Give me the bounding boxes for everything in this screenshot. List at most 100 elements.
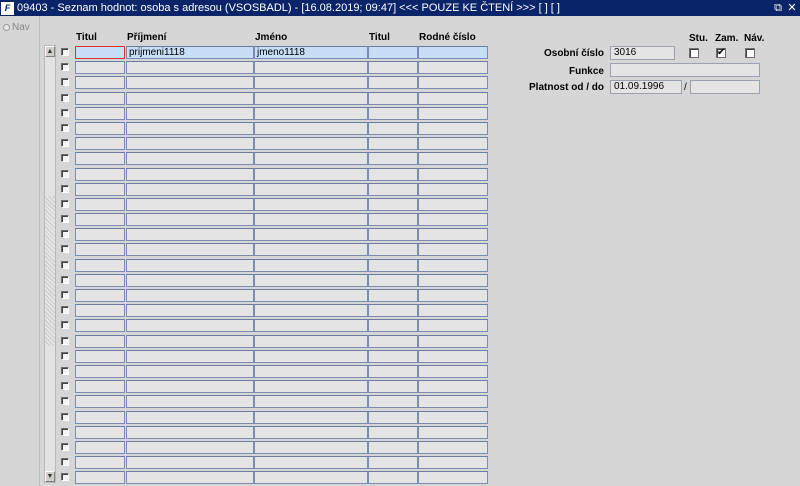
row-select-checkbox[interactable] [61, 199, 69, 208]
platnost-od-field[interactable]: 01.09.1996 [610, 80, 682, 94]
cell-titul2[interactable] [368, 273, 418, 287]
cell-prijmeni[interactable] [126, 456, 254, 470]
cell-prijmeni[interactable]: prijmeni1118 [126, 46, 254, 59]
cell-titul2[interactable] [368, 364, 418, 378]
cell-prijmeni[interactable] [126, 319, 254, 333]
cell-jmeno[interactable] [254, 91, 368, 105]
cell-prijmeni[interactable] [126, 213, 254, 227]
cell-titul[interactable] [75, 258, 125, 272]
row-select-checkbox[interactable] [61, 78, 69, 87]
cell-rodne-cislo[interactable] [418, 395, 488, 409]
cell-titul2[interactable] [368, 137, 418, 151]
cell-titul2[interactable] [368, 456, 418, 470]
cell-titul2[interactable] [368, 410, 418, 424]
cell-titul[interactable] [75, 304, 125, 318]
row-select-checkbox[interactable] [61, 154, 69, 163]
stu-checkbox[interactable] [689, 48, 699, 58]
row-select-checkbox[interactable] [61, 382, 69, 391]
restore-icon[interactable]: ⧉ [772, 1, 784, 15]
cell-jmeno[interactable] [254, 182, 368, 196]
cell-rodne-cislo[interactable] [418, 61, 488, 75]
cell-titul[interactable] [75, 152, 125, 166]
cell-prijmeni[interactable] [126, 91, 254, 105]
cell-jmeno[interactable] [254, 471, 368, 485]
cell-titul[interactable] [75, 349, 125, 363]
cell-titul2[interactable] [368, 319, 418, 333]
cell-rodne-cislo[interactable] [418, 121, 488, 135]
cell-prijmeni[interactable] [126, 258, 254, 272]
cell-titul[interactable] [75, 91, 125, 105]
cell-prijmeni[interactable] [126, 440, 254, 454]
row-select-checkbox[interactable] [61, 442, 69, 451]
row-select-checkbox[interactable] [61, 245, 69, 254]
cell-titul[interactable] [75, 197, 125, 211]
row-select-checkbox[interactable] [61, 291, 69, 299]
row-select-checkbox[interactable] [61, 412, 69, 421]
cell-jmeno[interactable] [254, 334, 368, 348]
cell-titul2[interactable] [368, 152, 418, 166]
row-select-checkbox[interactable] [61, 275, 69, 284]
cell-titul2[interactable] [368, 46, 418, 59]
row-select-checkbox[interactable] [61, 123, 69, 132]
cell-titul[interactable] [75, 137, 125, 151]
cell-titul2[interactable] [368, 380, 418, 394]
cell-rodne-cislo[interactable] [418, 349, 488, 363]
cell-rodne-cislo[interactable] [418, 182, 488, 196]
cell-titul[interactable] [75, 319, 125, 333]
vertical-scrollbar[interactable]: ▲ ▼ [44, 45, 56, 483]
cell-rodne-cislo[interactable] [418, 273, 488, 287]
cell-rodne-cislo[interactable] [418, 152, 488, 166]
cell-jmeno[interactable] [254, 76, 368, 90]
cell-rodne-cislo[interactable] [418, 289, 488, 302]
row-select-checkbox[interactable] [61, 93, 69, 102]
cell-titul[interactable] [75, 167, 125, 181]
cell-rodne-cislo[interactable] [418, 228, 488, 242]
cell-prijmeni[interactable] [126, 137, 254, 151]
platnost-do-field[interactable] [690, 80, 760, 94]
cell-titul2[interactable] [368, 213, 418, 227]
cell-jmeno[interactable] [254, 121, 368, 135]
row-select-checkbox[interactable] [61, 139, 69, 148]
row-select-checkbox[interactable] [61, 351, 69, 360]
cell-titul[interactable] [75, 243, 125, 257]
row-select-checkbox[interactable] [61, 336, 69, 345]
nav-checkbox[interactable] [745, 48, 755, 58]
cell-rodne-cislo[interactable] [418, 258, 488, 272]
cell-rodne-cislo[interactable] [418, 243, 488, 257]
cell-prijmeni[interactable] [126, 197, 254, 211]
cell-prijmeni[interactable] [126, 304, 254, 318]
cell-prijmeni[interactable] [126, 228, 254, 242]
row-select-checkbox[interactable] [61, 458, 69, 467]
cell-rodne-cislo[interactable] [418, 380, 488, 394]
cell-prijmeni[interactable] [126, 380, 254, 394]
cell-jmeno[interactable] [254, 152, 368, 166]
cell-titul[interactable] [75, 425, 125, 439]
cell-titul2[interactable] [368, 76, 418, 90]
cell-jmeno[interactable] [254, 319, 368, 333]
row-select-checkbox[interactable] [61, 397, 69, 406]
cell-titul[interactable] [75, 76, 125, 90]
cell-rodne-cislo[interactable] [418, 364, 488, 378]
row-select-checkbox[interactable] [61, 366, 69, 375]
cell-titul[interactable] [75, 121, 125, 135]
row-select-checkbox[interactable] [61, 427, 69, 436]
cell-jmeno[interactable] [254, 243, 368, 257]
cell-prijmeni[interactable] [126, 334, 254, 348]
cell-titul[interactable] [75, 61, 125, 75]
cell-titul2[interactable] [368, 167, 418, 181]
cell-titul2[interactable] [368, 182, 418, 196]
cell-jmeno[interactable] [254, 364, 368, 378]
cell-titul[interactable] [75, 46, 125, 59]
cell-titul2[interactable] [368, 243, 418, 257]
cell-prijmeni[interactable] [126, 243, 254, 257]
cell-prijmeni[interactable] [126, 273, 254, 287]
cell-jmeno[interactable] [254, 456, 368, 470]
cell-titul2[interactable] [368, 228, 418, 242]
cell-jmeno[interactable] [254, 213, 368, 227]
cell-rodne-cislo[interactable] [418, 213, 488, 227]
cell-jmeno[interactable] [254, 410, 368, 424]
cell-rodne-cislo[interactable] [418, 137, 488, 151]
row-select-checkbox[interactable] [61, 321, 69, 330]
cell-titul2[interactable] [368, 61, 418, 75]
cell-jmeno[interactable] [254, 289, 368, 302]
